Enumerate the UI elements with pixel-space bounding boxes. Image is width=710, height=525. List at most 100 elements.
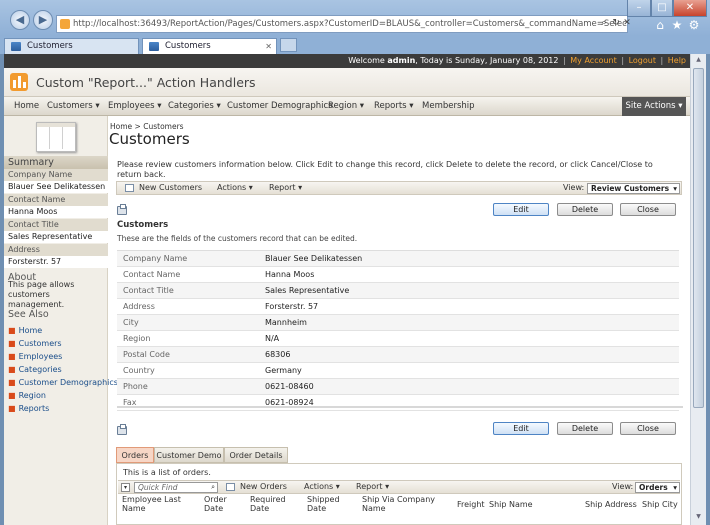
print-icon[interactable] (117, 204, 127, 215)
tab-orders[interactable]: Orders (116, 447, 154, 463)
gear-icon[interactable]: ⚙ (687, 18, 701, 32)
see-also-link-categories[interactable]: ■ Categories (8, 365, 62, 374)
orders-note: This is a list of orders. (123, 468, 211, 477)
app-header: Custom "Report..." Action Handlers (4, 68, 690, 96)
new-orders-button[interactable]: New Orders (240, 481, 287, 493)
logout-link[interactable]: Logout (629, 56, 656, 65)
maximize-icon[interactable]: □ (651, 0, 673, 17)
tab-favicon-icon (11, 42, 21, 51)
form-toolbar: New Customers Actions ▾ Report ▾ View: R… (116, 181, 682, 195)
welcome-bar: Welcome admin, Today is Sunday, January … (4, 54, 690, 68)
print-icon[interactable] (117, 424, 127, 435)
new-customers-button[interactable]: New Customers (139, 182, 202, 194)
collapse-icon[interactable]: ▾ (121, 483, 130, 492)
welcome-prefix: Welcome (348, 56, 388, 65)
edit-button[interactable]: Edit (493, 203, 549, 216)
menu-item-employees[interactable]: Employees ▾ (108, 97, 162, 116)
separator: | (660, 56, 664, 65)
edit-button-bottom[interactable]: Edit (493, 422, 549, 435)
field-label: Phone (123, 382, 148, 391)
search-icon[interactable]: ⌕ (211, 483, 215, 492)
column-header[interactable]: Shipped Date (307, 495, 347, 513)
see-also-link-customers[interactable]: ■ Customers (8, 339, 62, 348)
menu-item-customers[interactable]: Customers ▾ (47, 97, 100, 116)
see-also-link-customer-demographics[interactable]: ■ Customer Demographics (8, 378, 118, 387)
delete-button[interactable]: Delete (557, 203, 613, 216)
menu-item-home[interactable]: Home (14, 97, 39, 116)
tab-order-details[interactable]: Order Details (224, 447, 288, 463)
scroll-down-icon[interactable]: ▼ (693, 513, 704, 523)
summary-value: Forsterstr. 57 (4, 256, 108, 268)
field-value: N/A (265, 334, 280, 343)
column-header[interactable]: Required Date (250, 495, 290, 513)
separator: | (563, 56, 566, 65)
app-logo-icon (10, 73, 28, 91)
field-label: Company Name (123, 254, 188, 263)
browser-tab[interactable]: Customers (4, 38, 139, 54)
forward-icon[interactable]: ▶ (33, 10, 53, 30)
tab-customer-demo[interactable]: Customer Demo (154, 447, 224, 463)
field-row: Country Germany (117, 363, 679, 379)
menu-item-membership[interactable]: Membership (422, 97, 475, 116)
orders-view-selector[interactable]: Orders ▾ (635, 482, 680, 493)
address-bar[interactable]: http://localhost:36493/ReportAction/Page… (56, 15, 628, 33)
orders-panel: This is a list of orders. ▾ Quick Find ⌕ … (116, 463, 682, 525)
orders-toolbar: ▾ Quick Find ⌕ New Orders Actions ▾ Repor… (118, 480, 680, 494)
close-button-bottom[interactable]: Close (620, 422, 676, 435)
star-icon[interactable]: ★ (670, 18, 684, 32)
summary-label: Contact Name (4, 194, 108, 206)
menu-item-categories[interactable]: Categories ▾ (168, 97, 221, 116)
field-value: Germany (265, 366, 302, 375)
see-also-link-employees[interactable]: ■ Employees (8, 352, 62, 361)
app-title: Custom "Report..." Action Handlers (36, 75, 256, 90)
new-tab-button[interactable] (280, 38, 297, 52)
search-icon[interactable]: ⌕ (598, 17, 610, 29)
browser-titlebar: ◀ ▶ http://localhost:36493/ReportAction/… (0, 0, 710, 36)
welcome-date: , Today is Sunday, January 08, 2012 (415, 56, 559, 65)
instructions-text: Please review customers information belo… (117, 160, 653, 179)
address-url: http://localhost:36493/ReportAction/Page… (73, 19, 628, 29)
orders-actions-menu[interactable]: Actions ▾ (304, 481, 340, 493)
summary-value: Blauer See Delikatessen (4, 181, 108, 193)
actions-menu[interactable]: Actions ▾ (217, 182, 253, 194)
back-icon[interactable]: ◀ (10, 10, 30, 30)
tab-close-icon[interactable]: ✕ (265, 39, 272, 54)
column-header[interactable]: Ship Via Company Name (362, 495, 447, 513)
minimize-icon[interactable]: – (627, 0, 651, 17)
close-icon[interactable]: ✕ (621, 17, 633, 29)
menu-item-reports[interactable]: Reports ▾ (374, 97, 414, 116)
see-also-link-home[interactable]: ■ Home (8, 326, 42, 335)
window-close-icon[interactable]: ✕ (673, 0, 707, 17)
browser-tab-active[interactable]: Customers ✕ (142, 38, 277, 54)
menu-item-customer-demographics[interactable]: Customer Demographics (227, 97, 333, 116)
field-value: 68306 (265, 350, 291, 359)
site-actions-button[interactable]: Site Actions ▾ (622, 97, 686, 116)
column-header[interactable]: Order Date (204, 495, 234, 513)
chevron-down-icon: ▾ (673, 184, 677, 193)
column-header[interactable]: Employee Last Name (122, 495, 182, 513)
my-account-link[interactable]: My Account (570, 56, 616, 65)
home-icon[interactable]: ⌂ (653, 18, 667, 32)
orders-report-menu[interactable]: Report ▾ (356, 481, 389, 493)
column-header[interactable]: Freight (457, 500, 485, 509)
delete-button-bottom[interactable]: Delete (557, 422, 613, 435)
column-header[interactable]: Ship Address (585, 500, 637, 509)
field-row: Contact Name Hanna Moos (117, 267, 679, 283)
report-menu[interactable]: Report ▾ (269, 182, 302, 194)
field-label: Postal Code (123, 350, 170, 359)
new-record-icon (226, 483, 235, 491)
close-button[interactable]: Close (620, 203, 676, 216)
menu-item-region[interactable]: Region ▾ (328, 97, 364, 116)
quick-find-input[interactable]: Quick Find ⌕ (134, 482, 218, 493)
vertical-scrollbar[interactable]: ▲ ▼ (690, 54, 706, 525)
orders-view-label: View: (612, 482, 634, 491)
view-selector[interactable]: Review Customers ▾ (587, 183, 680, 194)
see-also-link-reports[interactable]: ■ Reports (8, 404, 49, 413)
scroll-up-icon[interactable]: ▲ (693, 56, 704, 66)
column-header[interactable]: Ship City (642, 500, 678, 509)
summary-value: Hanna Moos (4, 206, 108, 218)
scroll-thumb[interactable] (693, 68, 704, 408)
column-header[interactable]: Ship Name (489, 500, 533, 509)
help-link[interactable]: Help (668, 56, 686, 65)
see-also-link-region[interactable]: ■ Region (8, 391, 46, 400)
